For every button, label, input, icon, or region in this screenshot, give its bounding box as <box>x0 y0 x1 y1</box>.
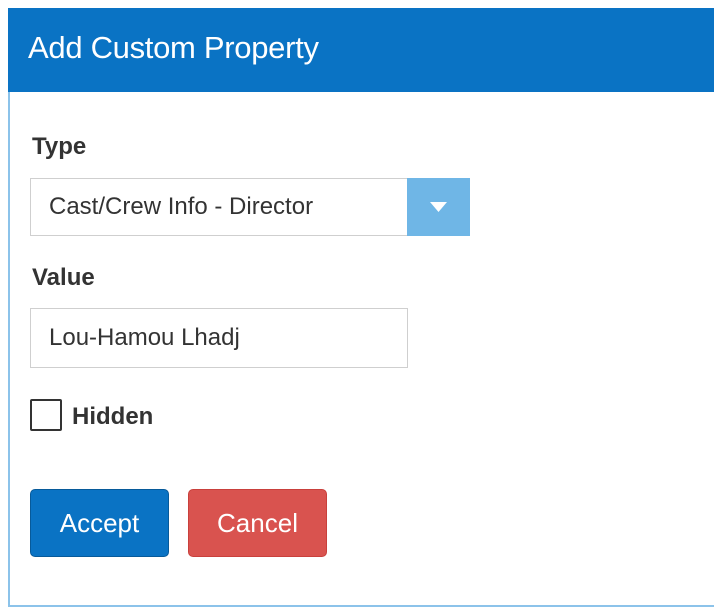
type-label: Type <box>32 133 87 160</box>
value-label: Value <box>32 264 95 291</box>
caret-down-icon <box>430 202 447 212</box>
hidden-checkbox[interactable] <box>30 399 62 431</box>
value-input[interactable] <box>30 308 408 368</box>
cancel-button[interactable]: Cancel <box>188 489 327 557</box>
accept-button[interactable]: Accept <box>30 489 169 557</box>
select-arrow-button[interactable] <box>407 178 470 236</box>
dialog-header: Add Custom Property <box>8 8 714 92</box>
type-select[interactable]: Cast/Crew Info - Director <box>30 178 470 236</box>
hidden-label[interactable]: Hidden <box>72 402 153 432</box>
type-select-value: Cast/Crew Info - Director <box>49 193 314 220</box>
add-custom-property-dialog: Add Custom Property Type Cast/Crew Info … <box>8 8 714 607</box>
dialog-title: Add Custom Property <box>28 30 319 65</box>
